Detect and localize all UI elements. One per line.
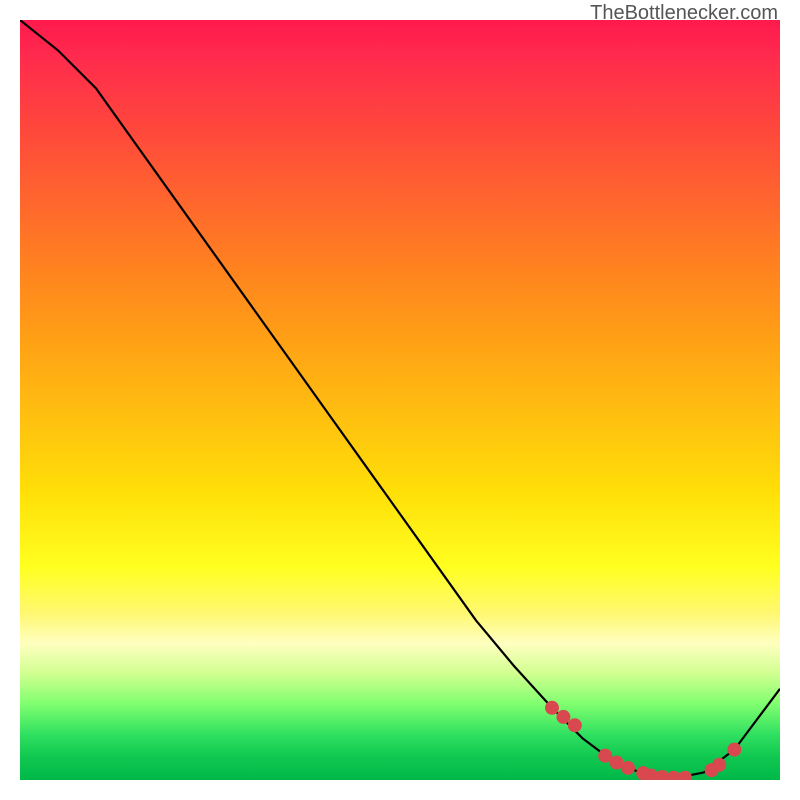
data-point [727,743,741,757]
data-point [568,718,582,732]
data-point [556,710,570,724]
data-point [545,701,559,715]
chart-container: TheBottlenecker.com [0,0,800,800]
data-point [621,761,635,775]
data-points-group [545,701,741,780]
data-point [712,758,726,772]
data-point [678,771,692,780]
bottleneck-curve [20,20,780,778]
plot-svg [20,20,780,780]
